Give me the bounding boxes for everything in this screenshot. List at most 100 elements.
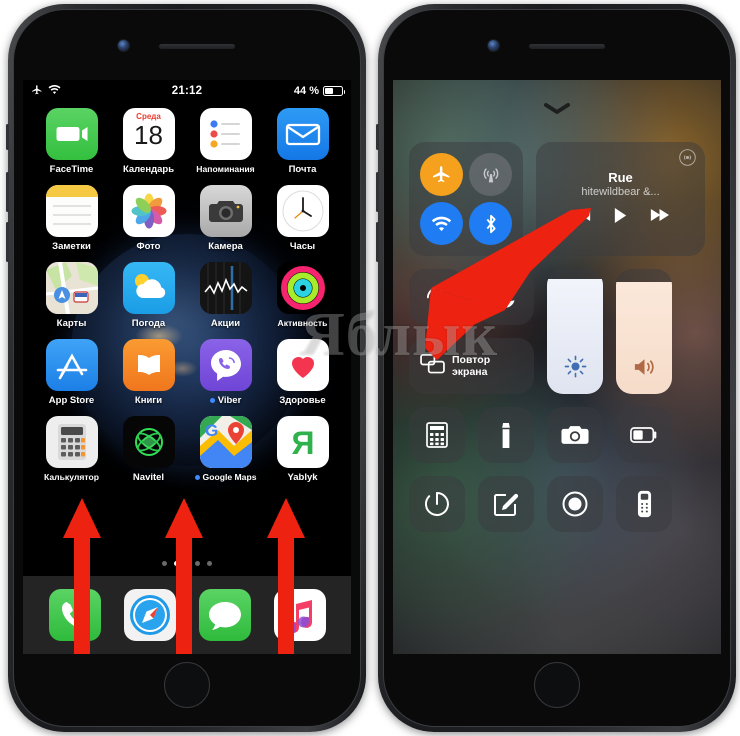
screenshot-root: 21:12 44 % FaceTime Среда 18 Календарь Н… xyxy=(0,0,740,736)
app-row: App Store Книги Viber Здоровье xyxy=(33,339,341,406)
calculator-button[interactable] xyxy=(409,407,465,463)
left-screen: 21:12 44 % FaceTime Среда 18 Календарь Н… xyxy=(23,80,351,654)
activity-icon xyxy=(276,262,329,314)
app-activity[interactable]: Активность xyxy=(268,262,338,329)
timer-icon xyxy=(424,492,449,516)
right-top-hardware xyxy=(384,10,730,80)
mute-switch[interactable] xyxy=(6,124,9,150)
screen-record-icon xyxy=(562,491,588,517)
calculator-icon xyxy=(426,422,448,448)
app-health[interactable]: Здоровье xyxy=(268,339,338,406)
speaker-icon xyxy=(616,356,672,378)
app-books[interactable]: Книги xyxy=(114,339,184,406)
app-camera[interactable]: Камера xyxy=(191,185,261,252)
volume-down-button[interactable] xyxy=(6,222,9,262)
forward-icon[interactable] xyxy=(650,208,669,227)
play-icon[interactable] xyxy=(613,207,628,229)
googlemaps-icon: G xyxy=(199,416,252,468)
app-navitel[interactable]: Navitel xyxy=(114,416,184,483)
airplane-mode-toggle[interactable] xyxy=(420,153,463,196)
app-label: Viber xyxy=(191,395,261,406)
left-top-hardware xyxy=(14,10,360,80)
app-label: Navitel xyxy=(132,472,165,483)
music-artist: hitewildbear &... xyxy=(581,185,660,198)
right-screen: Rue hitewildbear &... Повтор экрана xyxy=(393,80,721,654)
viber-icon xyxy=(199,339,252,391)
navitel-icon xyxy=(122,416,175,468)
app-label: Калькулятор xyxy=(44,472,99,482)
earpiece-speaker xyxy=(159,44,235,49)
app-new-dot xyxy=(194,474,200,480)
photos-icon xyxy=(122,185,175,237)
svg-text:G: G xyxy=(205,421,218,440)
earpiece-speaker xyxy=(529,44,605,49)
battery-fill xyxy=(325,88,333,94)
app-calendar[interactable]: Среда 18 Календарь xyxy=(114,108,184,175)
notes-icon xyxy=(45,185,98,237)
flashlight-icon xyxy=(502,422,510,448)
app-label: Камера xyxy=(208,241,243,252)
app-row: Калькулятор Navitel G Google Maps Я Yabl… xyxy=(33,416,341,483)
battery-icon xyxy=(630,427,657,443)
flashlight-button[interactable] xyxy=(478,407,534,463)
mute-switch[interactable] xyxy=(376,124,379,150)
dock-messages-icon[interactable] xyxy=(198,589,251,641)
facetime-icon xyxy=(45,108,98,160)
app-googlemaps[interactable]: G Google Maps xyxy=(191,416,261,483)
app-weather[interactable]: Погода xyxy=(114,262,184,329)
app-label: Google Maps xyxy=(191,472,261,482)
app-label: App Store xyxy=(48,395,95,406)
app-reminders[interactable]: Напоминания xyxy=(191,108,261,175)
volume-slider[interactable] xyxy=(616,269,672,394)
volume-up-button[interactable] xyxy=(376,172,379,212)
app-label: Часы xyxy=(289,241,316,252)
home-button[interactable] xyxy=(534,662,580,708)
app-grid: FaceTime Среда 18 Календарь Напоминания … xyxy=(23,108,351,493)
left-phone-device: 21:12 44 % FaceTime Среда 18 Календарь Н… xyxy=(6,4,366,732)
calculator-icon xyxy=(45,416,98,468)
volume-down-button[interactable] xyxy=(376,222,379,262)
screen-record-button[interactable] xyxy=(547,476,603,532)
app-label: Фото xyxy=(136,241,161,252)
apple-tv-remote-button[interactable] xyxy=(616,476,672,532)
home-screen: 21:12 44 % FaceTime Среда 18 Календарь Н… xyxy=(23,80,351,654)
app-calculator[interactable]: Калькулятор xyxy=(37,416,107,483)
svg-text:Я: Я xyxy=(291,425,314,461)
cellular-data-toggle[interactable] xyxy=(469,153,512,196)
app-row: Карты Погода Акции Активность xyxy=(33,262,341,329)
app-appstore[interactable]: App Store xyxy=(37,339,107,406)
right-phone-device: Rue hitewildbear &... Повтор экрана xyxy=(376,4,736,732)
low-power-button[interactable] xyxy=(616,407,672,463)
app-new-dot xyxy=(209,398,215,403)
control-center: Rue hitewildbear &... Повтор экрана xyxy=(393,80,721,654)
timer-button[interactable] xyxy=(409,476,465,532)
airplay-icon[interactable] xyxy=(679,149,696,171)
stocks-icon xyxy=(199,262,252,314)
camera-icon xyxy=(199,185,252,237)
right-phone-body: Rue hitewildbear &... Повтор экрана xyxy=(383,9,731,727)
notes-button[interactable] xyxy=(478,476,534,532)
app-label: Активность xyxy=(277,318,328,328)
app-photos[interactable]: Фото xyxy=(114,185,184,252)
health-icon xyxy=(276,339,329,391)
app-mail[interactable]: Почта xyxy=(268,108,338,175)
swipe-up-arrow xyxy=(165,498,203,654)
chevron-down-icon[interactable] xyxy=(543,102,571,116)
camera-button[interactable] xyxy=(547,407,603,463)
app-viber[interactable]: Viber xyxy=(191,339,261,406)
remote-icon xyxy=(637,490,651,518)
app-facetime[interactable]: FaceTime xyxy=(37,108,107,175)
app-maps[interactable]: Карты xyxy=(37,262,107,329)
app-label: Здоровье xyxy=(279,395,326,406)
pointer-arrow xyxy=(425,208,591,360)
app-notes[interactable]: Заметки xyxy=(37,185,107,252)
app-yablyk[interactable]: Я Yablyk xyxy=(268,416,338,483)
app-clock[interactable]: Часы xyxy=(268,185,338,252)
page-dot[interactable] xyxy=(207,561,212,566)
app-label: Акции xyxy=(210,318,241,329)
calendar-icon: Среда 18 xyxy=(122,108,175,160)
volume-up-button[interactable] xyxy=(6,172,9,212)
note-edit-icon xyxy=(494,493,519,516)
home-button[interactable] xyxy=(164,662,210,708)
app-stocks[interactable]: Акции xyxy=(191,262,261,329)
